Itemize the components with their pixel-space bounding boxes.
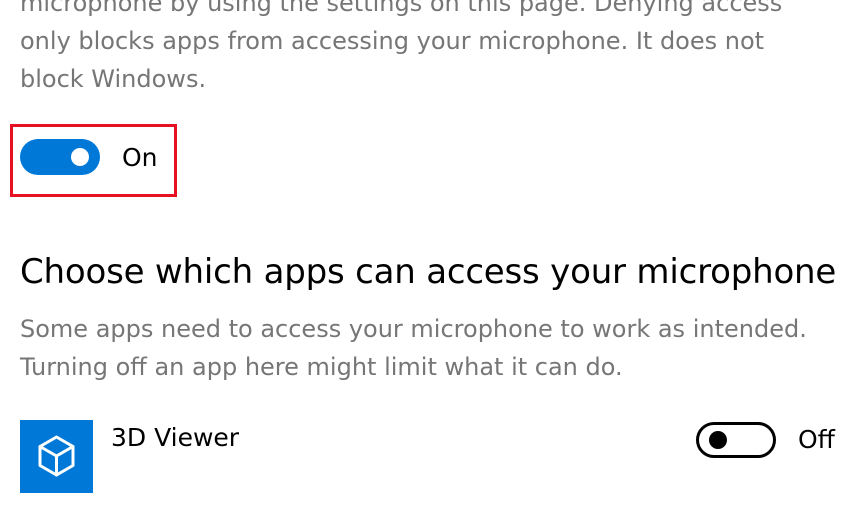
app-name: 3D Viewer — [111, 423, 240, 452]
section-title: Choose which apps can access your microp… — [20, 252, 837, 292]
section-desc-line-1: Some apps need to access your microphone… — [20, 315, 807, 343]
app-access-toggle-label: Off — [798, 425, 835, 454]
intro-line-3: block Windows. — [20, 65, 207, 93]
app-row-3d-viewer: 3D Viewer Off — [0, 418, 860, 498]
section-desc-line-2: Turning off an app here might limit what… — [20, 353, 623, 381]
microphone-access-toggle-label: On — [122, 143, 158, 172]
microphone-privacy-settings: microphone by using the settings on this… — [0, 0, 860, 520]
intro-text: microphone by using the settings on this… — [20, 0, 840, 98]
3d-cube-icon — [20, 420, 93, 493]
app-access-toggle[interactable] — [696, 422, 776, 458]
toggle-knob — [709, 431, 727, 449]
intro-line-1: microphone by using the settings on this… — [20, 0, 783, 17]
toggle-knob — [71, 148, 89, 166]
intro-line-2: only blocks apps from accessing your mic… — [20, 27, 765, 55]
section-description: Some apps need to access your microphone… — [20, 310, 807, 386]
microphone-access-toggle[interactable] — [20, 139, 100, 175]
